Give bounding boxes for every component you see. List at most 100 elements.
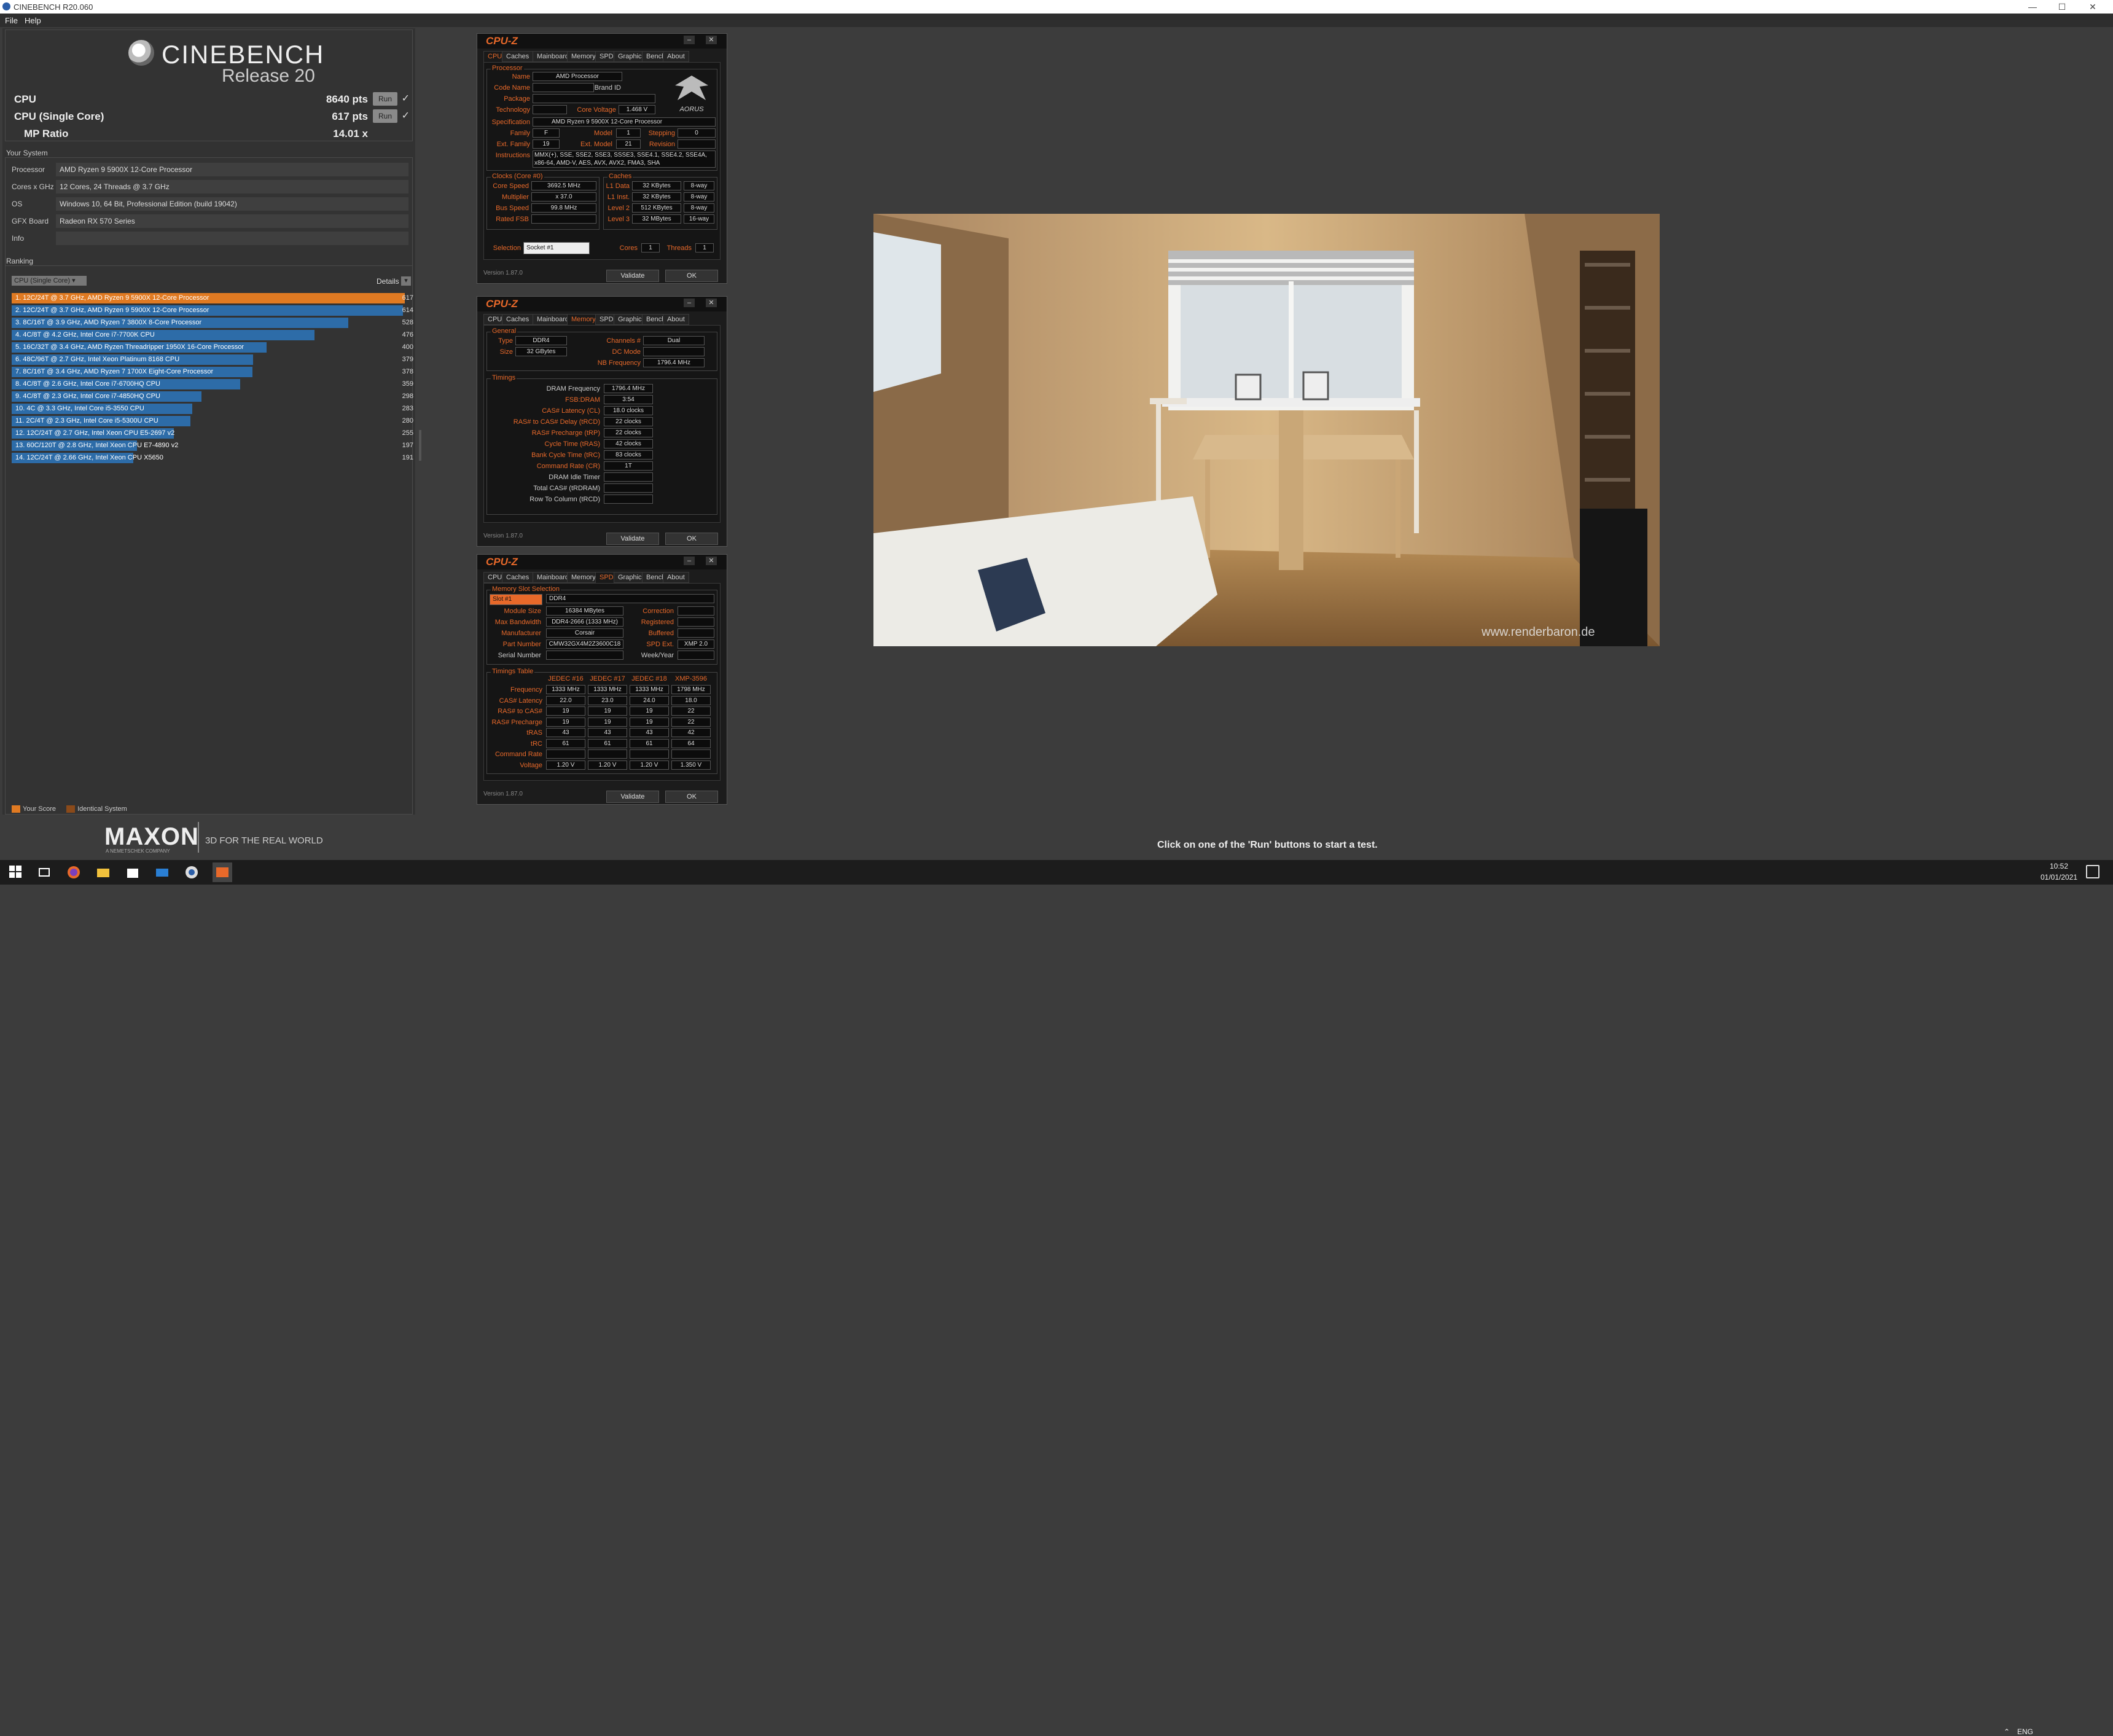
cpuz-title: CPU-Z — [486, 298, 518, 310]
socket-select[interactable]: Socket #1 — [523, 242, 590, 254]
cpuz-tab-about[interactable]: About — [663, 314, 689, 325]
cpuz-tab-caches[interactable]: Caches — [502, 572, 534, 583]
panel-splitter-handle[interactable] — [419, 430, 421, 461]
window-title-bar: CINEBENCH R20.060 — ☐ ✕ — [0, 0, 2113, 14]
cpuz-tab-caches[interactable]: Caches — [502, 51, 534, 62]
cpuz-minimize-button[interactable]: – — [684, 299, 695, 307]
menu-file[interactable]: File — [5, 16, 18, 25]
ranking-row[interactable]: 5. 16C/32T @ 3.4 GHz, AMD Ryzen Threadri… — [12, 342, 413, 353]
group-title: Processor — [491, 65, 524, 72]
ranking-row[interactable]: 8. 4C/8T @ 2.6 GHz, Intel Core i7-6700HQ… — [12, 379, 413, 389]
ranking-row[interactable]: 4. 4C/8T @ 4.2 GHz, Intel Core i7-7700K … — [12, 330, 413, 340]
cpuz-tab-about[interactable]: About — [663, 572, 689, 583]
timings-cell: 42 — [671, 728, 711, 737]
run-cpu-button[interactable]: Run — [373, 92, 397, 106]
ranking-row[interactable]: 6. 48C/96T @ 2.7 GHz, Intel Xeon Platinu… — [12, 354, 413, 365]
ranking-row[interactable]: 10. 4C @ 3.3 GHz, Intel Core i5-3550 CPU… — [12, 404, 413, 414]
validate-button[interactable]: Validate — [606, 270, 659, 282]
tray-chevron-icon[interactable]: ⌃ — [2004, 1727, 2010, 1736]
clock-time[interactable]: 10:52 — [2041, 862, 2077, 870]
cpuz-close-button[interactable]: ✕ — [706, 36, 717, 44]
ranking-row[interactable]: 7. 8C/16T @ 3.4 GHz, AMD Ryzen 7 1700X E… — [12, 367, 413, 377]
slot-select[interactable]: Slot #1 — [490, 594, 542, 605]
field-label: Buffered — [648, 630, 674, 637]
ranking-category-select[interactable]: CPU (Single Core) ▾ — [12, 276, 87, 286]
menu-help[interactable]: Help — [25, 16, 41, 25]
system-value-input[interactable] — [56, 232, 408, 245]
cpuz-close-button[interactable]: ✕ — [706, 299, 717, 307]
instructions-field: MMX(+), SSE, SSE2, SSE3, SSSE3, SSE4.1, … — [533, 151, 716, 168]
notification-icon[interactable] — [2086, 865, 2099, 878]
cpuz-memory-panel: General Type DDR4 Channels # Dual Size 3… — [483, 325, 721, 523]
field-label: Revision — [649, 141, 675, 148]
dc-mode-field — [643, 347, 705, 356]
ranking-row[interactable]: 3. 8C/16T @ 3.9 GHz, AMD Ryzen 7 3800X 8… — [12, 318, 413, 328]
family-field: F — [533, 128, 560, 138]
task-view-icon[interactable] — [37, 865, 52, 880]
details-toggle-button[interactable]: ▾ — [401, 276, 411, 286]
run-single-core-button[interactable]: Run — [373, 109, 397, 123]
release-label: Release 20 — [222, 66, 315, 86]
cinebench-logo-text: CINEBENCH — [162, 40, 325, 69]
cpuz-spd-panel: Memory Slot Selection Slot #1 DDR4 Modul… — [483, 583, 721, 781]
l1-inst-field: 32 KBytes — [632, 192, 681, 201]
group-title: Timings Table — [491, 668, 535, 675]
ranking-row[interactable]: 2. 12C/24T @ 3.7 GHz, AMD Ryzen 9 5900X … — [12, 305, 413, 316]
clocks-group: Clocks (Core #0) Core Speed 3692.5 MHz M… — [486, 173, 600, 230]
cpuz-taskbar-icon[interactable] — [213, 862, 232, 882]
cpuz-title: CPU-Z — [486, 35, 518, 47]
ranking-row[interactable]: 12. 12C/24T @ 2.7 GHz, Intel Xeon CPU E5… — [12, 428, 413, 439]
field-label: Max Bandwidth — [494, 619, 541, 626]
timings-cell: 22 — [671, 717, 711, 727]
ranking-score: 191 — [402, 454, 413, 461]
timings-row-label: Command Rate — [494, 751, 542, 758]
field-label: Stepping — [648, 130, 675, 137]
field-label: Core Voltage — [577, 106, 616, 114]
manufacturer-field: Corsair — [546, 628, 623, 638]
validate-button[interactable]: Validate — [606, 791, 659, 803]
validate-button[interactable]: Validate — [606, 533, 659, 545]
cpuz-close-button[interactable]: ✕ — [706, 557, 717, 565]
firefox-icon[interactable] — [66, 865, 81, 880]
windows-start-icon[interactable] — [9, 865, 23, 880]
ranking-score: 614 — [402, 307, 413, 314]
ranking-row[interactable]: 9. 4C/8T @ 2.3 GHz, Intel Core i7-4850HQ… — [12, 391, 413, 402]
ranking-score: 476 — [402, 331, 413, 338]
language-indicator[interactable]: ENG — [2017, 1727, 2033, 1736]
field-label: Instructions — [495, 152, 530, 159]
memory-slot-group: Memory Slot Selection Slot #1 DDR4 Modul… — [486, 585, 717, 665]
field-label: Correction — [642, 608, 674, 615]
ranking-row[interactable]: 11. 2C/4T @ 2.3 GHz, Intel Core i5-5300U… — [12, 416, 413, 426]
cpuz-minimize-button[interactable]: – — [684, 557, 695, 565]
multiplier-field: x 37.0 — [531, 192, 596, 201]
ranking-label: 2. 12C/24T @ 3.7 GHz, AMD Ryzen 9 5900X … — [15, 307, 209, 314]
system-value: Windows 10, 64 Bit, Professional Edition… — [56, 197, 408, 211]
cpuz-tab-caches[interactable]: Caches — [502, 314, 534, 325]
store-icon[interactable] — [125, 865, 140, 880]
file-explorer-icon[interactable] — [96, 865, 111, 880]
ranking-row[interactable]: 1. 12C/24T @ 3.7 GHz, AMD Ryzen 9 5900X … — [12, 293, 413, 303]
ranking-row[interactable]: 14. 12C/24T @ 2.66 GHz, Intel Xeon CPU X… — [12, 453, 413, 463]
close-button[interactable]: ✕ — [2079, 0, 2107, 14]
maximize-button[interactable]: ☐ — [2048, 0, 2076, 14]
minimize-button[interactable]: — — [2018, 0, 2047, 14]
cpuz-minimize-button[interactable]: – — [684, 36, 695, 44]
clock-date[interactable]: 01/01/2021 — [2037, 873, 2081, 882]
timing-label: RAS# to CAS# Delay (tRCD) — [513, 418, 600, 426]
ranking-label: 4. 4C/8T @ 4.2 GHz, Intel Core i7-7700K … — [15, 331, 155, 338]
ranking-row[interactable]: 13. 60C/120T @ 2.8 GHz, Intel Xeon CPU E… — [12, 440, 413, 451]
timings-cell: 43 — [630, 728, 669, 737]
group-title: Clocks (Core #0) — [491, 173, 544, 180]
cpuz-tab-about[interactable]: About — [663, 51, 689, 62]
cinebench-taskbar-icon[interactable] — [184, 865, 199, 880]
group-title: General — [491, 327, 518, 335]
ranking-score: 379 — [402, 356, 413, 363]
ok-button[interactable]: OK — [665, 533, 718, 545]
ok-button[interactable]: OK — [665, 270, 718, 282]
ok-button[interactable]: OK — [665, 791, 718, 803]
group-title: Memory Slot Selection — [491, 585, 561, 593]
window-title: CINEBENCH R20.060 — [14, 2, 93, 12]
ranking-score: 378 — [402, 368, 413, 375]
details-label: Details — [377, 277, 399, 286]
mail-icon[interactable] — [155, 865, 170, 880]
